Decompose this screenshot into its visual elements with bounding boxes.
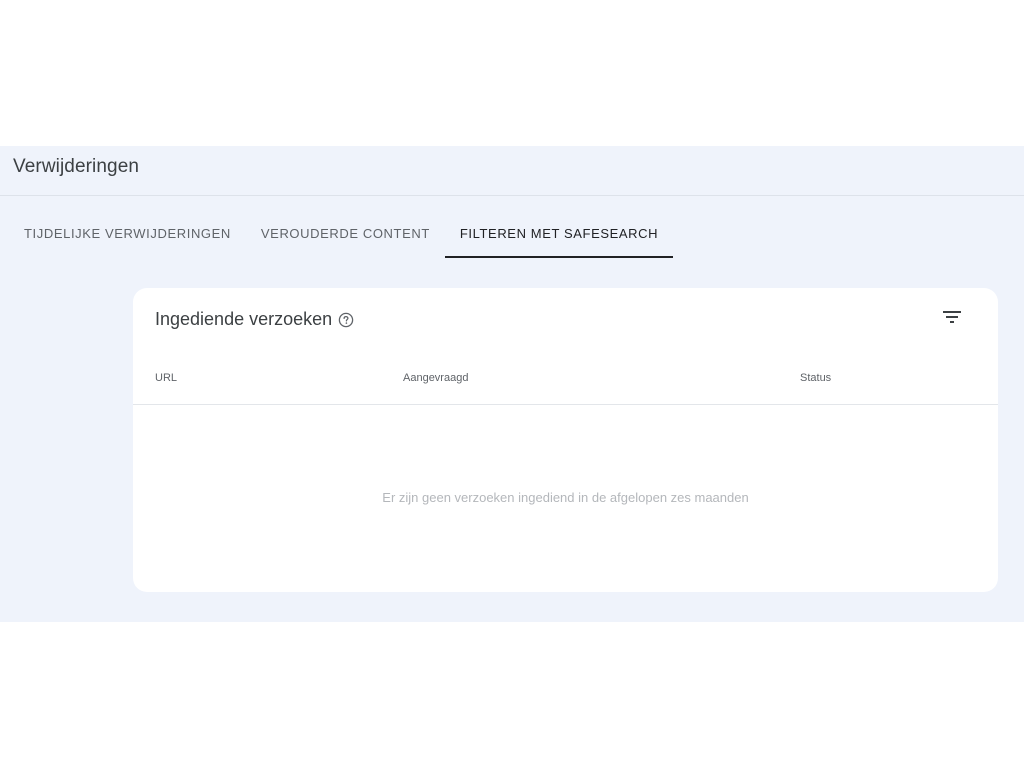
table-header: URL Aangevraagd Status — [133, 354, 998, 405]
tab-temporary-removals[interactable]: TIJDELIJKE VERWIJDERINGEN — [0, 208, 246, 258]
removals-page: Verwijderingen TIJDELIJKE VERWIJDERINGEN… — [0, 146, 1024, 622]
card-title: Ingediende verzoeken — [155, 309, 333, 329]
tab-safesearch-filtering[interactable]: FILTEREN MET SAFESEARCH — [444, 208, 674, 258]
page-header: Verwijderingen — [0, 146, 1024, 196]
filter-list-icon[interactable] — [940, 305, 964, 329]
page-title: Verwijderingen — [13, 156, 140, 177]
card-header: Ingediende verzoeken — [155, 309, 354, 330]
help-circle-icon[interactable] — [338, 312, 354, 328]
tab-bar: TIJDELIJKE VERWIJDERINGEN VEROUDERDE CON… — [0, 208, 674, 258]
column-header-url: URL — [155, 372, 178, 384]
tab-outdated-content[interactable]: VEROUDERDE CONTENT — [246, 208, 445, 258]
column-header-requested: Aangevraagd — [403, 372, 469, 384]
column-header-status: Status — [800, 372, 832, 384]
submitted-requests-card: Ingediende verzoeken URL Aangevraagd Sta… — [133, 288, 998, 592]
empty-state-message: Er zijn geen verzoeken ingediend in de a… — [382, 490, 749, 505]
